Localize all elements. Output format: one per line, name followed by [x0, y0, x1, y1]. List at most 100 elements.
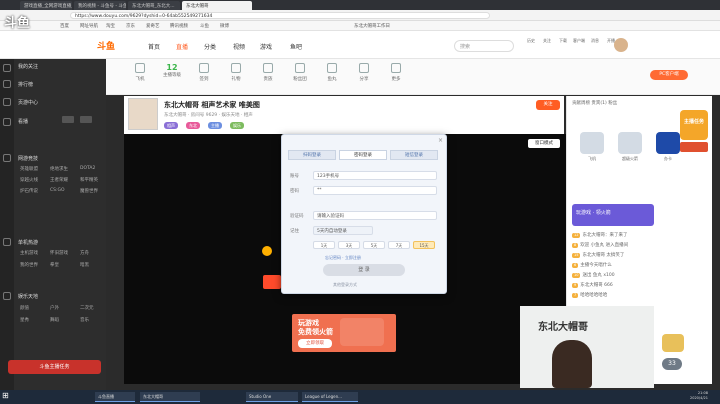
gift-item[interactable]: 飞机 — [576, 132, 608, 166]
coin-icon[interactable] — [662, 334, 684, 352]
browser-tab[interactable]: 游戏直播_全网游戏直播_斗鱼直播 — [20, 1, 72, 10]
pc-client-button[interactable]: PC客户端 — [650, 70, 688, 80]
room-tag[interactable]: 相声 — [164, 122, 178, 129]
bookmark-item[interactable]: 爱奇艺 — [146, 23, 160, 29]
tab-password-login[interactable]: 密码登录 — [339, 150, 387, 160]
sidebar-subitem[interactable]: 拳皇 — [50, 262, 59, 268]
captcha-input[interactable]: 请输入验证码 — [313, 211, 437, 220]
nav-yuba[interactable]: 鱼吧 — [290, 42, 302, 51]
sidebar-promo-button[interactable]: 斗鱼主播任务 — [8, 360, 101, 374]
taskbar-item[interactable]: Studio One — [246, 392, 298, 402]
bookmark-item[interactable]: 百度 — [60, 23, 69, 29]
bookmark-item[interactable]: 微博 — [220, 23, 229, 29]
sidebar-subitem[interactable]: 方舟 — [80, 250, 89, 256]
nav-live[interactable]: 直播 — [176, 42, 188, 51]
sidebar-item-follow[interactable]: 我的关注 — [18, 63, 38, 70]
star-icon[interactable] — [3, 98, 11, 106]
sidebar-subitem[interactable]: 英雄联盟 — [20, 166, 38, 172]
url-input[interactable]: https://www.douyu.com/9629?dyshid=0-64ab… — [70, 12, 490, 19]
bookmark-item[interactable]: 京东 — [126, 23, 135, 29]
history-icon[interactable]: 历史 — [525, 38, 537, 44]
bookmark-item[interactable]: 东北大帽哥工作日 — [354, 23, 390, 29]
sidebar-subitem[interactable]: 二次元 — [80, 305, 94, 311]
sidebar-subitem[interactable]: 王者荣耀 — [50, 177, 68, 183]
task-badge[interactable] — [676, 106, 712, 156]
sidebar-subitem[interactable]: 户外 — [50, 305, 59, 311]
toolbar-item[interactable]: 鱼丸 — [318, 63, 346, 82]
window-mode-button[interactable]: 窗口模式 — [528, 139, 560, 148]
browser-tab[interactable]: 东北大帽哥_东北大... — [128, 1, 180, 10]
password-input[interactable]: ** — [313, 186, 437, 195]
room-tag[interactable]: 娱乐 — [230, 122, 244, 129]
sidebar-section-single-games[interactable]: 单机热游 — [18, 239, 38, 246]
tab-sms-login[interactable]: 短信登录 — [390, 150, 438, 160]
rank-tabs[interactable]: 贡献周榜 贵宾(1) 粉丝 — [572, 100, 617, 106]
duration-chip[interactable]: 5天 — [363, 241, 385, 249]
room-tag[interactable]: 主播 — [208, 122, 222, 129]
toolbar-item[interactable]: 签到 — [190, 63, 218, 82]
tab-qr-login[interactable]: 扫码登录 — [288, 150, 336, 160]
taskbar-item[interactable]: 斗鱼直播 — [95, 392, 135, 402]
toolbar-item[interactable]: 粉丝团 — [286, 63, 314, 82]
red-gift-icon[interactable] — [263, 275, 281, 289]
forgot-register-link[interactable]: 忘记密码 · 立即注册 — [325, 255, 361, 261]
sidebar-subitem[interactable]: 音乐 — [80, 317, 89, 323]
user-avatar[interactable] — [614, 38, 628, 52]
bookmark-item[interactable]: 腾讯视频 — [170, 23, 188, 29]
duration-chip[interactable]: 3天 — [338, 241, 360, 249]
sidebar-subitem[interactable]: 颜值 — [20, 305, 29, 311]
nav-game[interactable]: 游戏 — [260, 42, 272, 51]
sidebar-section-online-games[interactable]: 网游竞技 — [18, 155, 38, 162]
account-input[interactable]: 123手机号 — [313, 171, 437, 180]
play-icon[interactable] — [3, 118, 11, 126]
download-icon[interactable]: 下载 — [557, 38, 569, 44]
follow-button[interactable]: 关注 — [536, 100, 560, 110]
console-icon[interactable] — [3, 238, 11, 246]
nav-video[interactable]: 视频 — [233, 42, 245, 51]
toolbar-item[interactable]: 12 主播等级 — [158, 63, 186, 78]
sidebar-item-webgame[interactable]: 页游中心 — [18, 99, 38, 106]
sidebar-subitem[interactable]: CS:GO — [50, 188, 65, 193]
remember-select[interactable]: 5天内自动登录 — [313, 226, 373, 235]
bookmark-item[interactable]: 淘宝 — [106, 23, 115, 29]
sidebar-card[interactable] — [80, 116, 92, 123]
heart-icon[interactable] — [3, 80, 11, 88]
sidebar-item-watch[interactable]: 看播 — [18, 118, 28, 125]
gift-item[interactable]: 超级火箭 — [614, 132, 646, 166]
browser-tab[interactable]: 我的视频 - 斗鱼号 - 斗鱼 — [74, 1, 126, 10]
toolbar-item[interactable]: 贵族 — [254, 63, 282, 82]
streamer-avatar[interactable] — [128, 98, 158, 130]
close-icon[interactable]: × — [438, 137, 443, 144]
sidebar-subitem[interactable]: 怀旧游戏 — [50, 250, 68, 256]
mic-icon[interactable] — [3, 292, 11, 300]
nav-home[interactable]: 首页 — [148, 42, 160, 51]
gamepad-icon[interactable] — [3, 154, 11, 162]
duration-chip[interactable]: 7天 — [388, 241, 410, 249]
bookmark-item[interactable]: 斗鱼 — [200, 23, 209, 29]
taskbar-item[interactable]: 东北大帽哥 — [140, 392, 200, 402]
message-icon[interactable]: 消息 — [589, 38, 601, 44]
sidebar-item-rank[interactable]: 排行榜 — [18, 81, 33, 88]
bookmark-item[interactable]: 网址导航 — [80, 23, 98, 29]
site-search-input[interactable]: 搜索 — [454, 40, 514, 52]
nav-category[interactable]: 分类 — [204, 42, 216, 51]
toolbar-item[interactable]: 更多 — [382, 63, 410, 82]
sidebar-subitem[interactable]: DOTA2 — [80, 166, 95, 171]
sidebar-subitem[interactable]: 主机游戏 — [20, 250, 38, 256]
sidebar-subitem[interactable]: 星秀 — [20, 317, 29, 323]
taskbar-item[interactable]: League of Legen... — [302, 392, 358, 402]
sidebar-section-entertainment[interactable]: 娱乐天地 — [18, 293, 38, 300]
browser-tab-active[interactable]: 东北大帽哥 — [182, 1, 252, 10]
login-submit-button[interactable]: 登 录 — [323, 264, 405, 276]
sidebar-subitem[interactable]: 我的世界 — [20, 262, 38, 268]
sidebar-subitem[interactable]: 暗黑 — [80, 262, 89, 268]
windows-start-icon[interactable]: ⊞ — [2, 391, 12, 403]
duration-chip[interactable]: 1天 — [313, 241, 335, 249]
sidebar-subitem[interactable]: 炉石传说 — [20, 188, 38, 194]
other-login-link[interactable]: 其他登录方式 — [333, 282, 357, 288]
client-icon[interactable]: 客户端 — [573, 38, 585, 44]
toolbar-item[interactable]: 礼物 — [222, 63, 250, 82]
sidebar-subitem[interactable]: 穿越火线 — [20, 177, 38, 183]
count-badge[interactable]: 33 — [662, 358, 682, 370]
sidebar-subitem[interactable]: 魔兽世界 — [80, 188, 98, 194]
